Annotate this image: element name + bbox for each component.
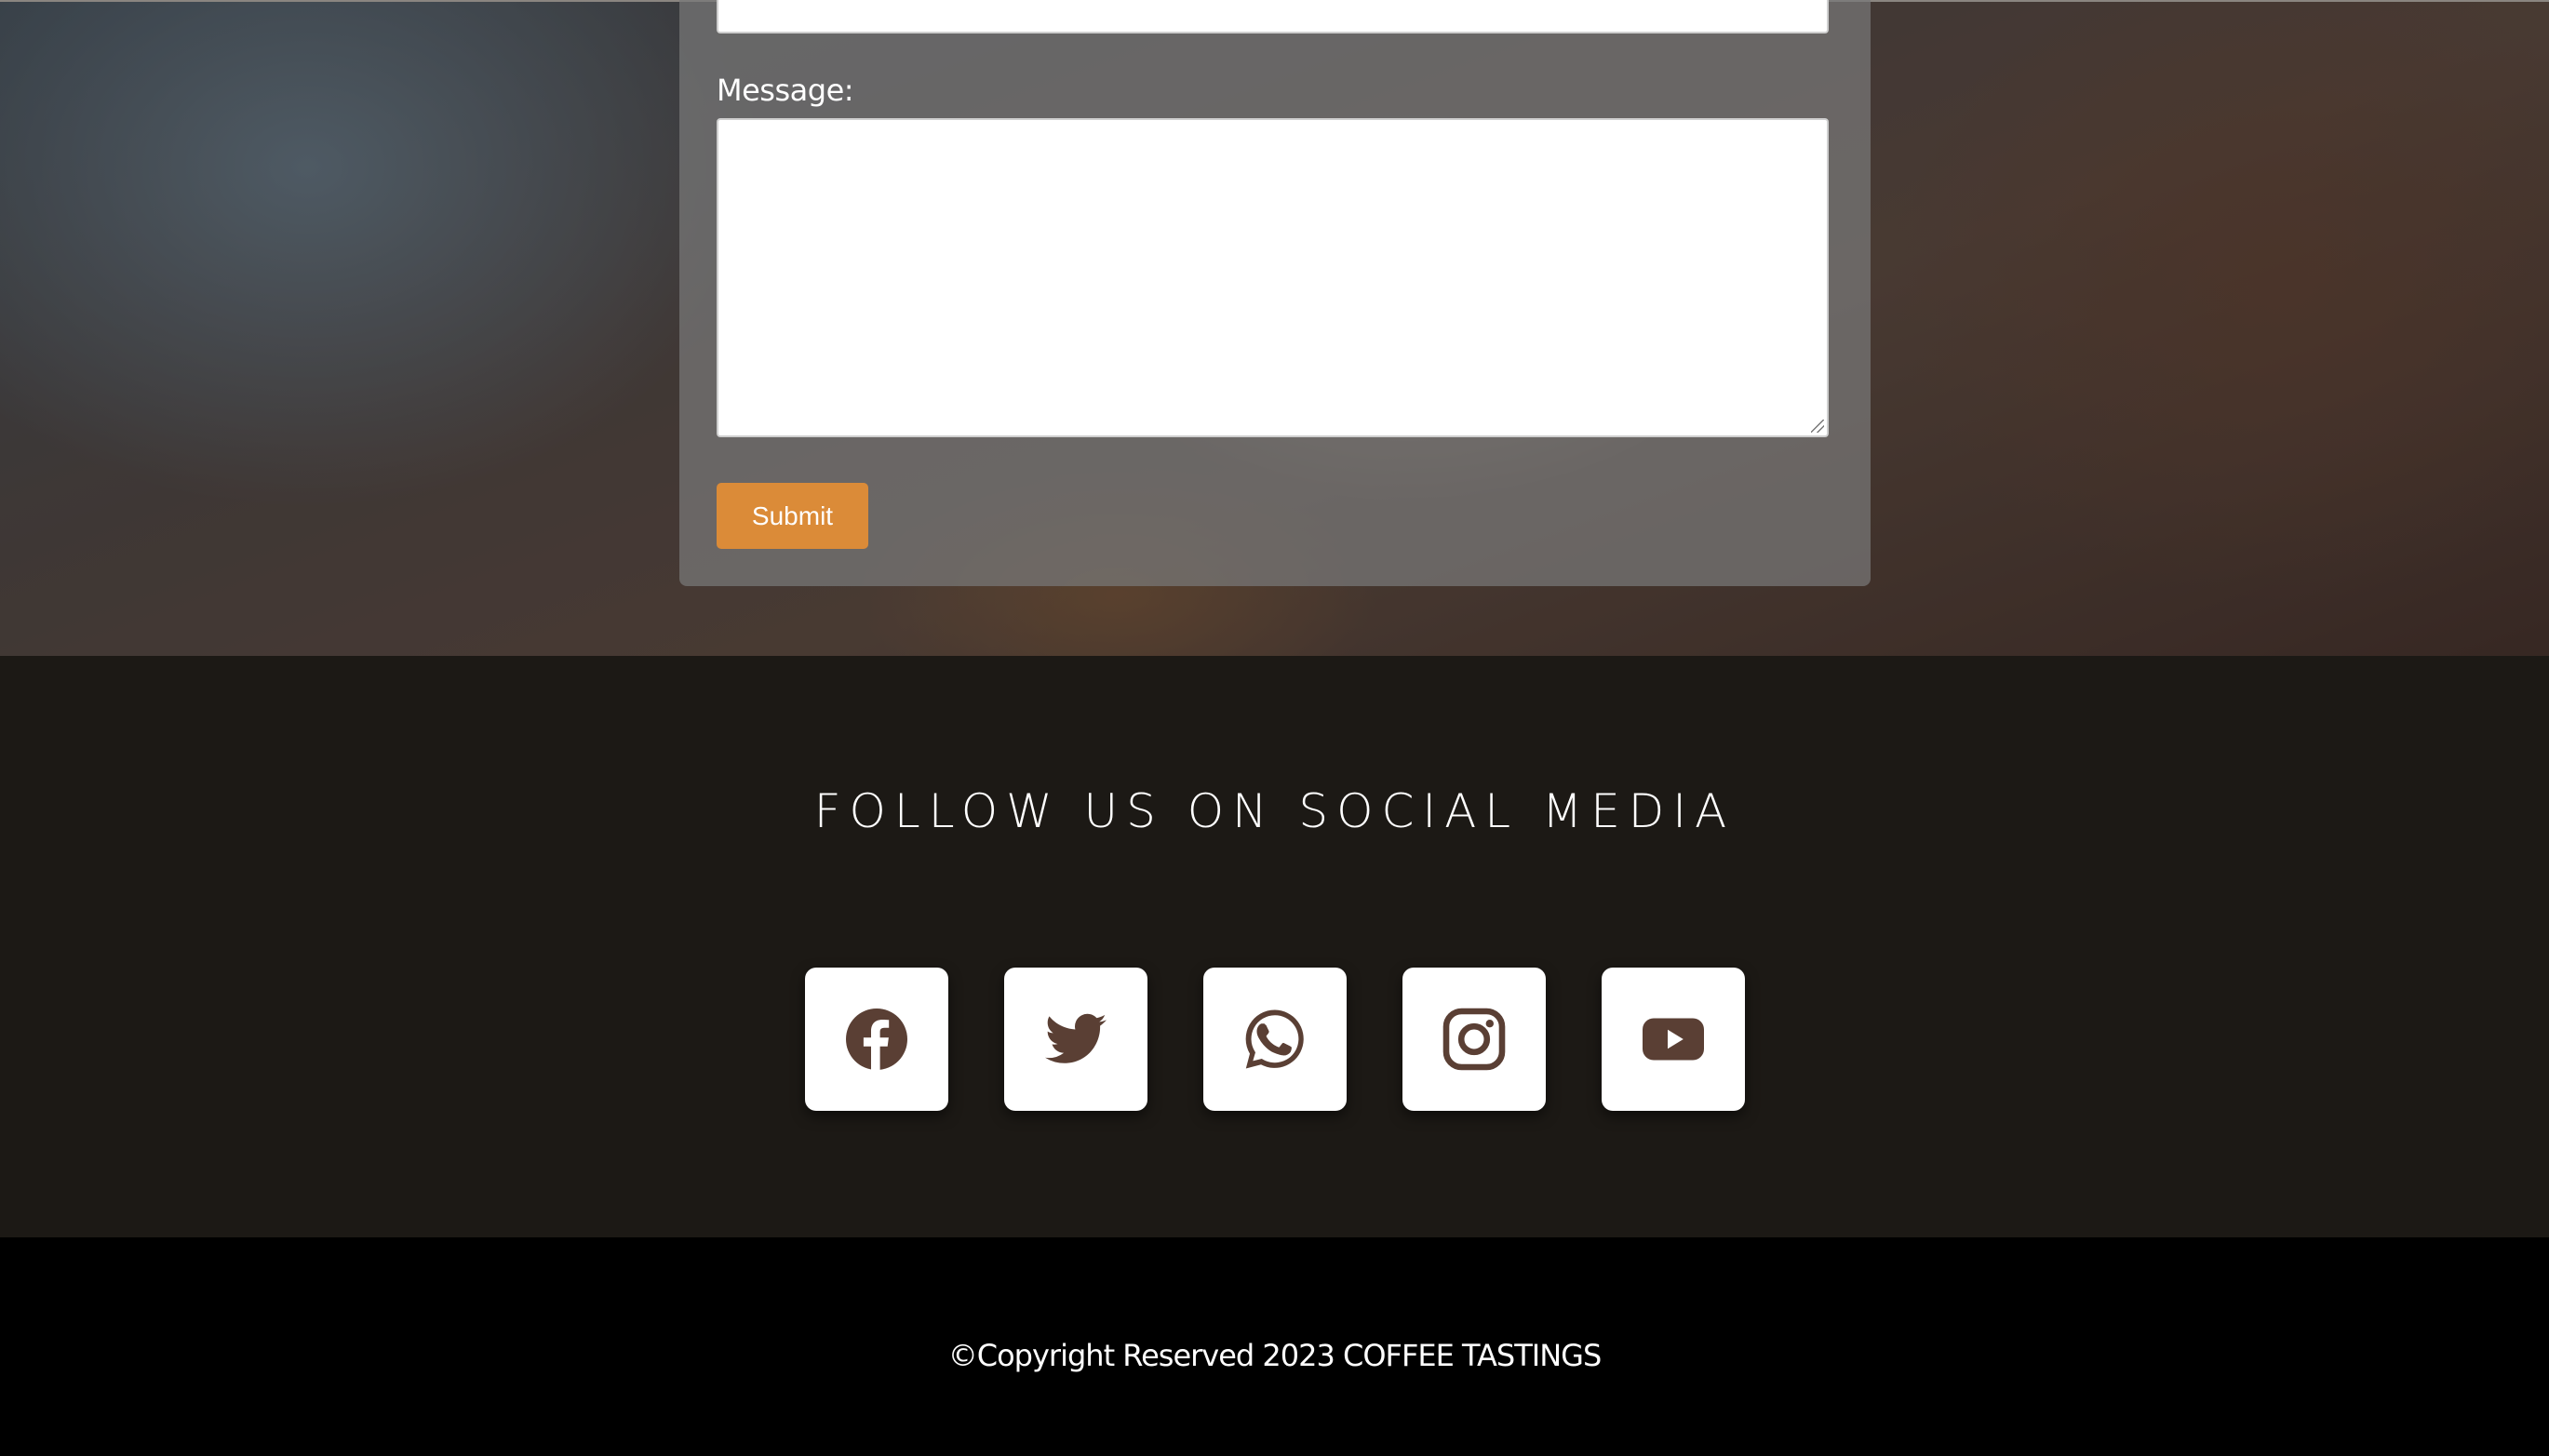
instagram-icon bbox=[1442, 1008, 1506, 1071]
youtube-icon bbox=[1643, 1018, 1704, 1061]
copyright-text: ©Copyright Reserved 2023 COFFEE TASTINGS bbox=[947, 1338, 1603, 1373]
message-textarea[interactable] bbox=[717, 118, 1829, 437]
footer: ©Copyright Reserved 2023 COFFEE TASTINGS bbox=[0, 1237, 2549, 1456]
twitter-icon bbox=[1045, 1013, 1107, 1063]
resize-handle[interactable] bbox=[1811, 420, 1824, 433]
submit-button[interactable]: Submit bbox=[717, 483, 868, 549]
social-section: FOLLOW US ON SOCIAL MEDIA bbox=[0, 656, 2549, 1237]
social-heading: FOLLOW US ON SOCIAL MEDIA bbox=[813, 784, 1736, 838]
facebook-icon bbox=[846, 1009, 907, 1070]
whatsapp-icon bbox=[1245, 1009, 1304, 1069]
twitter-link[interactable] bbox=[1004, 968, 1147, 1111]
contact-form: Message: Submit bbox=[679, 0, 1871, 586]
facebook-link[interactable] bbox=[805, 968, 948, 1111]
youtube-link[interactable] bbox=[1602, 968, 1745, 1111]
whatsapp-link[interactable] bbox=[1203, 968, 1347, 1111]
previous-input-field[interactable] bbox=[717, 0, 1829, 33]
social-icon-row bbox=[805, 968, 1745, 1111]
instagram-link[interactable] bbox=[1402, 968, 1546, 1111]
message-label: Message: bbox=[717, 73, 854, 108]
